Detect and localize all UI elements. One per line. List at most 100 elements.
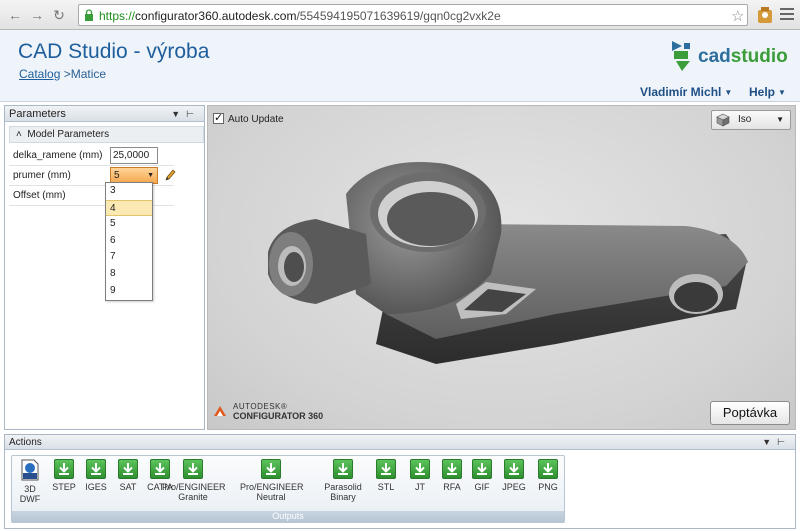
pin-icon[interactable]: ⊢ [777, 437, 791, 447]
button-label: STL [377, 482, 395, 492]
panel-title: Actions [9, 437, 42, 448]
collapse-chevron-icon[interactable]: ˄ [16, 129, 22, 140]
export-sat-button[interactable]: SAT [110, 459, 146, 492]
export-iges-button[interactable]: IGES [78, 459, 114, 492]
browser-toolbar: ← → ↻ https://configurator360.autodesk.c… [0, 0, 800, 30]
button-label: STEP [52, 482, 76, 492]
model-viewport[interactable]: Auto Update Iso ▼ [207, 105, 796, 430]
view-mode-select[interactable]: Iso ▼ [711, 110, 791, 130]
button-label-sub: Neutral [256, 492, 286, 502]
address-bar[interactable]: https://configurator360.autodesk.com/554… [78, 4, 748, 26]
button-label: GIF [474, 482, 490, 492]
url-host: configurator360.autodesk.com [135, 9, 297, 23]
button-label: SAT [119, 482, 137, 492]
bookmark-star-icon[interactable]: ☆ [731, 7, 744, 25]
cadstudio-logo: cadstudio [670, 39, 792, 75]
export-gif-button[interactable]: GIF [464, 459, 500, 492]
logo-text: cadstudio [698, 46, 788, 68]
outputs-group-label: Outputs [12, 511, 564, 522]
button-label-sub: Binary [330, 492, 356, 502]
download-icon [183, 459, 203, 479]
dropdown-option[interactable]: 9 [106, 283, 152, 300]
extension-icon[interactable] [757, 6, 773, 24]
export-step-button[interactable]: STEP [46, 459, 82, 492]
panel-menu-icon[interactable]: ▼ [171, 109, 186, 119]
dropdown-option[interactable]: 8 [106, 266, 152, 283]
quote-button[interactable]: Poptávka [710, 401, 790, 425]
button-label: JPEG [502, 482, 526, 492]
download-icon [410, 459, 430, 479]
button-label-sub: DWF [19, 494, 41, 504]
breadcrumb-current: >Matice [63, 67, 107, 81]
forward-arrow-icon[interactable]: → [28, 6, 46, 24]
export-proengineer-neutral-button[interactable]: Pro/ENGINEER Neutral [240, 459, 304, 502]
dwf-file-icon [20, 459, 40, 481]
lock-icon [85, 9, 93, 21]
dropdown-option[interactable]: 6 [106, 233, 152, 250]
dropdown-option[interactable]: 7 [106, 249, 152, 266]
dropdown-option[interactable]: 5 [106, 216, 152, 233]
breadcrumb: Catalog >Matice [19, 67, 106, 81]
help-menu[interactable]: Help ▼ [749, 85, 786, 99]
export-stl-button[interactable]: STL [368, 459, 404, 492]
section-title: Model Parameters [27, 129, 110, 140]
browser-menu-icon[interactable] [780, 8, 794, 20]
export-jpeg-button[interactable]: JPEG [496, 459, 532, 492]
download-icon [261, 459, 281, 479]
download-icon [333, 459, 353, 479]
cube-icon [716, 113, 730, 127]
view-mode-value: Iso [738, 114, 752, 125]
export-proengineer-granite-button[interactable]: Pro/ENGINEER Granite [162, 459, 226, 502]
actions-panel: Actions ▼⊢ Outputs 3D DWF STEP IGES SAT CATIA… [4, 434, 796, 529]
chevron-down-icon: ▼ [776, 115, 784, 124]
help-label: Help [749, 85, 776, 99]
download-icon [472, 459, 492, 479]
pin-icon[interactable]: ⊢ [186, 109, 200, 119]
parameters-panel-header: Parameters ▼⊢ [5, 106, 204, 122]
breadcrumb-catalog-link[interactable]: Catalog [19, 67, 60, 81]
outputs-ribbon-group: Outputs 3D DWF STEP IGES SAT CATIA Pro/ENGINEE… [11, 455, 565, 523]
download-icon [538, 459, 558, 479]
prumer-dropdown-list: 3456789 [105, 182, 153, 301]
param-row-delka-ramene: delka_ramene (mm) 25,0000 [9, 146, 174, 166]
chevron-down-icon: ▼ [778, 88, 786, 97]
brand-line2: CONFIGURATOR 360 [233, 411, 324, 421]
actions-panel-header: Actions ▼⊢ [5, 435, 795, 450]
button-label: Pro/ENGINEER [240, 482, 304, 492]
download-icon [118, 459, 138, 479]
model-parameters-section[interactable]: ˄ Model Parameters [9, 126, 204, 143]
pencil-icon[interactable] [164, 168, 176, 182]
auto-update-label: Auto Update [228, 114, 284, 125]
auto-update-toggle[interactable]: Auto Update [213, 111, 284, 125]
user-name: Vladimír Michl [640, 85, 722, 99]
url-scheme: https:// [99, 9, 136, 23]
url-path: /554594195071639619/gqn0cg2vxk2e [296, 9, 501, 23]
export-jt-button[interactable]: JT [402, 459, 438, 492]
download-icon [504, 459, 524, 479]
logo-text-cad: cad [698, 46, 731, 67]
download-icon [442, 459, 462, 479]
brand-line1: AUTODESK® [233, 402, 288, 411]
panel-menu-icon[interactable]: ▼ [762, 437, 777, 447]
url-text: https://configurator360.autodesk.com/554… [99, 9, 501, 23]
export-parasolid-binary-button[interactable]: Parasolid Binary [312, 459, 374, 502]
panel-title: Parameters [9, 108, 66, 120]
export-png-button[interactable]: PNG [530, 459, 566, 492]
back-arrow-icon[interactable]: ← [6, 6, 24, 24]
button-label: Pro/ENGINEER [162, 482, 226, 492]
button-label: 3D [24, 484, 36, 494]
download-icon [376, 459, 396, 479]
reload-icon[interactable]: ↻ [50, 6, 68, 24]
autodesk-logo-icon [214, 406, 226, 416]
button-label-sub: Granite [178, 492, 208, 502]
dropdown-option[interactable]: 3 [106, 183, 152, 200]
export-3d-dwf-button[interactable]: 3D DWF [12, 459, 48, 504]
dropdown-option[interactable]: 4 [106, 199, 152, 217]
param-label: delka_ramene (mm) [13, 150, 103, 161]
download-icon [54, 459, 74, 479]
auto-update-checkbox[interactable] [213, 111, 224, 124]
3d-part-model[interactable] [256, 154, 756, 364]
prumer-value: 5 [114, 170, 120, 181]
user-menu[interactable]: Vladimír Michl ▼ [640, 85, 732, 99]
delka-ramene-input[interactable]: 25,0000 [110, 147, 158, 164]
